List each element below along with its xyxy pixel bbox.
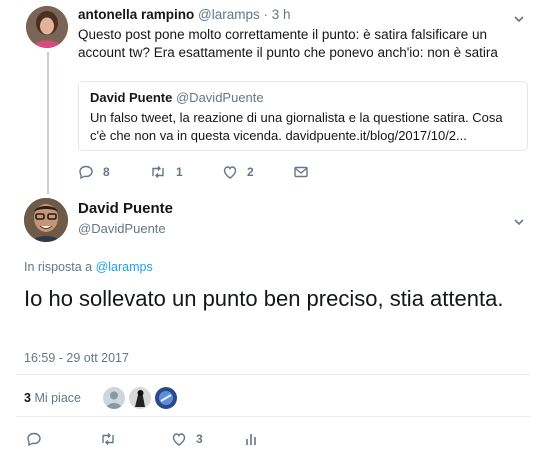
quoted-tweet-text: Un falso tweet, la reazione di una giorn…	[90, 110, 503, 143]
heart-icon	[172, 433, 186, 446]
heart-icon	[223, 166, 237, 179]
retweet-count: 1	[176, 165, 183, 179]
reply-icon	[79, 165, 93, 180]
message-button[interactable]	[293, 164, 309, 180]
author-name[interactable]: David Puente	[78, 200, 173, 217]
likes-label: Mi piace	[34, 391, 81, 405]
reply-button[interactable]: 8	[78, 164, 110, 180]
reply-count: 8	[103, 165, 110, 179]
author-line: antonella rampino @laramps · 3 h	[78, 7, 291, 22]
reply-context: In risposta a @laramps	[24, 260, 153, 274]
analytics-button[interactable]	[243, 431, 259, 447]
tweet-text: Questo post pone molto correttamente il …	[78, 27, 498, 60]
author-handle[interactable]: @laramps	[198, 7, 260, 22]
retweet-icon	[152, 166, 164, 178]
like-count: 2	[247, 165, 254, 179]
reply-button[interactable]	[26, 431, 42, 447]
tweet-text: Io ho sollevato un punto ben preciso, st…	[24, 286, 504, 311]
thread-connector	[47, 52, 49, 194]
like-button[interactable]: 3	[171, 431, 203, 447]
divider	[16, 374, 531, 375]
author-name[interactable]: antonella rampino	[78, 7, 194, 22]
quoted-tweet[interactable]: David Puente @DavidPuente Un falso tweet…	[78, 81, 528, 151]
reply-handle-link[interactable]: @laramps	[96, 260, 153, 274]
likes-summary[interactable]: 3 Mi piace	[24, 391, 81, 405]
quoted-author-handle: @DavidPuente	[175, 90, 264, 105]
mail-icon	[294, 166, 308, 178]
quoted-author-line: David Puente @DavidPuente	[90, 90, 264, 105]
quoted-author-name: David Puente	[90, 90, 173, 105]
chevron-down-icon[interactable]	[514, 214, 524, 226]
like-button[interactable]: 2	[222, 164, 254, 180]
avatar[interactable]	[26, 6, 68, 48]
retweet-button[interactable]: 1	[149, 164, 183, 180]
retweet-icon	[102, 433, 114, 445]
chevron-down-icon[interactable]	[514, 11, 524, 23]
tweet-timestamp[interactable]: 16:59 - 29 ott 2017	[24, 351, 129, 365]
retweet-button[interactable]	[99, 431, 117, 447]
liker-avatar[interactable]	[155, 387, 177, 409]
liker-avatar[interactable]	[103, 387, 125, 409]
reply-icon	[27, 432, 41, 447]
author-handle[interactable]: @DavidPuente	[78, 221, 166, 236]
divider	[16, 416, 531, 417]
tweet-time[interactable]: · 3 h	[264, 7, 291, 22]
like-count: 3	[196, 432, 203, 446]
avatar[interactable]	[24, 198, 68, 242]
analytics-icon	[246, 434, 256, 445]
liker-avatar[interactable]	[129, 387, 151, 409]
likes-count: 3	[24, 391, 31, 405]
reply-prefix: In risposta a	[24, 260, 93, 274]
